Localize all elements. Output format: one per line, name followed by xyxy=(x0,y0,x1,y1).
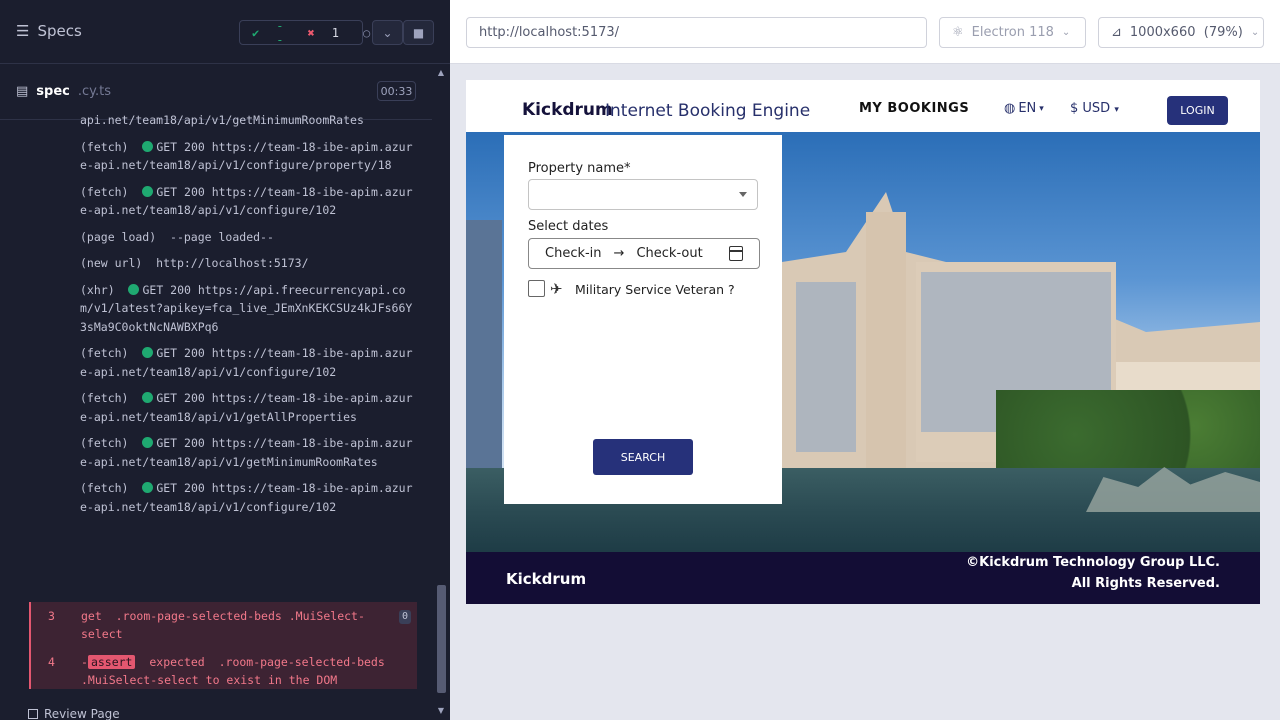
url-field[interactable]: http://localhost:5173/ xyxy=(466,17,927,48)
specs-toggle[interactable]: ☰ Specs xyxy=(16,22,82,40)
chevron-down-icon: ▾ xyxy=(1114,105,1119,115)
airplane-icon: ✈ xyxy=(550,280,563,298)
status-dot-icon xyxy=(142,185,154,197)
aut-toolbar: http://localhost:5173/ ⚛ Electron 118 ⌄ … xyxy=(450,0,1280,64)
dropdown-arrow-icon xyxy=(739,192,747,197)
status-dot-icon xyxy=(128,283,140,295)
status-dot-icon xyxy=(142,482,154,493)
globe-icon: ◍ xyxy=(1004,101,1016,116)
stop-button[interactable]: ■ xyxy=(403,20,434,45)
log-entry[interactable]: (fetch) GET 200 https://team-18-ibe-apim… xyxy=(30,344,422,381)
failed-command-assert[interactable]: 4 - assert expected .room-page-selected-b… xyxy=(29,648,417,689)
viewport-selector[interactable]: ⊿ 1000x660 (79%) ⌄ xyxy=(1098,17,1264,48)
test-stats: ✔-- ✖1 ○-- xyxy=(239,19,394,47)
electron-icon: ⚛ xyxy=(952,25,964,40)
menu-icon: ☰ xyxy=(16,22,30,40)
checkin-text: Check-in xyxy=(545,246,602,261)
app-navbar: Kickdrum Internet Booking Engine MY BOOK… xyxy=(466,80,1260,132)
run-timer: 00:33 xyxy=(377,81,416,101)
scroll-down-icon[interactable]: ▼ xyxy=(436,706,446,715)
review-page-item[interactable]: Review Page xyxy=(28,707,120,720)
failed-stat: ✖ 1 xyxy=(295,26,350,40)
log-entry[interactable]: api.net/team18/api/v1/getMinimumRoomRate… xyxy=(30,111,422,130)
booking-search-form: Property name* Select dates Check-in → C… xyxy=(504,135,782,504)
checkout-text: Check-out xyxy=(636,246,703,261)
status-dot-icon xyxy=(142,437,154,448)
log-entry[interactable]: (fetch) GET 200 https://team-18-ibe-apim… xyxy=(30,138,422,175)
cypress-command-panel: ☰ Specs ✔-- ✖1 ○-- ⌄ ■ ▤ spec.cy.ts 00:3… xyxy=(0,0,450,720)
brand-logo[interactable]: Kickdrum xyxy=(522,100,613,120)
language-selector[interactable]: ◍ EN ▾ xyxy=(1004,101,1044,116)
log-entry[interactable]: (fetch) GET 200 https://team-18-ibe-apim… xyxy=(30,434,422,471)
dates-label: Select dates xyxy=(528,219,609,234)
chevron-down-icon: ⌄ xyxy=(382,25,393,40)
log-entry[interactable]: (fetch) GET 200 https://team-18-ibe-apim… xyxy=(30,389,422,426)
checkbox-icon xyxy=(28,709,38,719)
veteran-checkbox[interactable] xyxy=(528,280,545,297)
status-dot-icon xyxy=(142,140,154,152)
log-entry[interactable]: (fetch) GET 200 https://team-18-ibe-apim… xyxy=(30,183,422,220)
chevron-down-icon: ⌄ xyxy=(1250,27,1260,38)
failed-command-get[interactable]: 3 get .room-page-selected-beds .MuiSelec… xyxy=(29,602,417,648)
login-button[interactable]: LOGIN xyxy=(1167,96,1228,125)
count-badge: 0 xyxy=(399,610,411,624)
passed-stat: ✔ -- xyxy=(240,19,295,47)
ruler-icon: ⊿ xyxy=(1111,25,1122,40)
app-under-test: Kickdrum Internet Booking Engine MY BOOK… xyxy=(466,80,1260,604)
arrow-icon: → xyxy=(613,246,625,261)
search-button[interactable]: SEARCH xyxy=(593,439,693,475)
spec-file[interactable]: ▤ spec .cy.ts xyxy=(16,84,111,99)
runner-header: ☰ Specs ✔-- ✖1 ○-- ⌄ ■ xyxy=(0,0,450,64)
veteran-label: Military Service Veteran ? xyxy=(575,282,735,297)
check-icon: ✔ xyxy=(252,25,260,40)
command-log: api.net/team18/api/v1/getMinimumRoomRate… xyxy=(30,111,422,524)
chevron-down-icon: ⌄ xyxy=(1061,27,1071,38)
property-select[interactable] xyxy=(528,179,758,210)
log-entry[interactable]: (xhr) GET 200 https://api.freecurrencyap… xyxy=(30,281,422,337)
trees-decoration xyxy=(996,390,1260,480)
date-range-picker[interactable]: Check-in → Check-out xyxy=(528,238,760,269)
x-icon: ✖ xyxy=(307,25,315,40)
chevron-down-icon: ▾ xyxy=(1039,103,1044,114)
calendar-icon[interactable] xyxy=(729,246,743,261)
app-footer: Kickdrum ©Kickdrum Technology Group LLC.… xyxy=(466,552,1260,604)
property-label: Property name* xyxy=(528,161,631,176)
log-entry[interactable]: (page load) --page loaded-- xyxy=(30,228,422,247)
footer-copyright: ©Kickdrum Technology Group LLC. All Righ… xyxy=(966,555,1220,591)
stop-icon: ■ xyxy=(412,25,425,40)
my-bookings-link[interactable]: MY BOOKINGS xyxy=(859,101,969,116)
footer-brand: Kickdrum xyxy=(506,570,587,588)
scrollbar-thumb[interactable] xyxy=(437,585,446,693)
status-dot-icon xyxy=(142,392,154,403)
brand-subtitle: Internet Booking Engine xyxy=(605,101,811,121)
browser-selector[interactable]: ⚛ Electron 118 ⌄ xyxy=(939,17,1086,48)
status-dot-icon xyxy=(142,347,154,358)
specs-label: Specs xyxy=(37,22,82,40)
scroll-up-icon[interactable]: ▲ xyxy=(436,68,446,77)
document-icon: ▤ xyxy=(16,84,29,99)
log-entry[interactable]: (new url) http://localhost:5173/ xyxy=(30,254,422,273)
viewport-text: 1000x660 (79%) xyxy=(1129,25,1243,40)
currency-selector[interactable]: $ USD ▾ xyxy=(1070,101,1119,116)
log-entry[interactable]: (fetch) GET 200 https://team-18-ibe-apim… xyxy=(30,479,422,516)
dropdown-button[interactable]: ⌄ xyxy=(372,20,403,45)
